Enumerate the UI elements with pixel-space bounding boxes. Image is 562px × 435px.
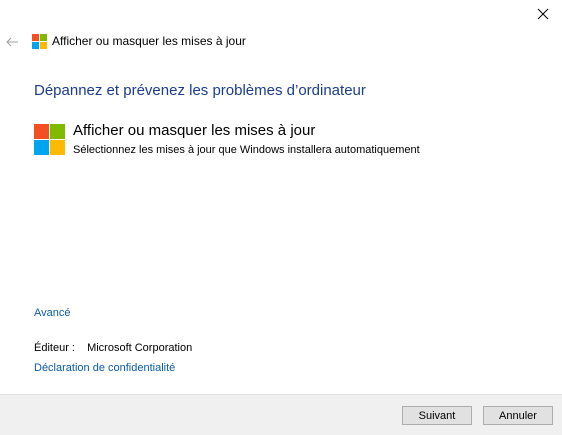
publisher-value: Microsoft Corporation: [87, 342, 193, 354]
troubleshooter-window: Afficher ou masquer les mises à jour Dép…: [0, 0, 562, 435]
window-title: Afficher ou masquer les mises à jour: [52, 34, 246, 48]
tool-title: Afficher ou masquer les mises à jour: [73, 122, 316, 139]
back-arrow-icon: [6, 37, 18, 47]
page-heading: Dépannez et prévenez les problèmes d’ord…: [34, 82, 366, 99]
privacy-statement-link[interactable]: Déclaration de confidentialité: [34, 362, 175, 374]
advanced-link[interactable]: Avancé: [34, 307, 71, 319]
back-button[interactable]: [4, 33, 20, 51]
close-button[interactable]: [530, 2, 556, 26]
next-button[interactable]: Suivant: [402, 406, 472, 425]
cancel-button[interactable]: Annuler: [483, 406, 553, 425]
tool-description: Sélectionnez les mises à jour que Window…: [73, 144, 420, 156]
publisher-label: Éditeur :: [34, 342, 75, 354]
publisher-row: Éditeur : Microsoft Corporation: [34, 342, 192, 354]
footer-bar: Suivant Annuler: [0, 394, 562, 435]
close-icon: [537, 8, 549, 20]
windows-logo-icon: [32, 34, 47, 49]
windows-logo-icon: [34, 124, 65, 155]
